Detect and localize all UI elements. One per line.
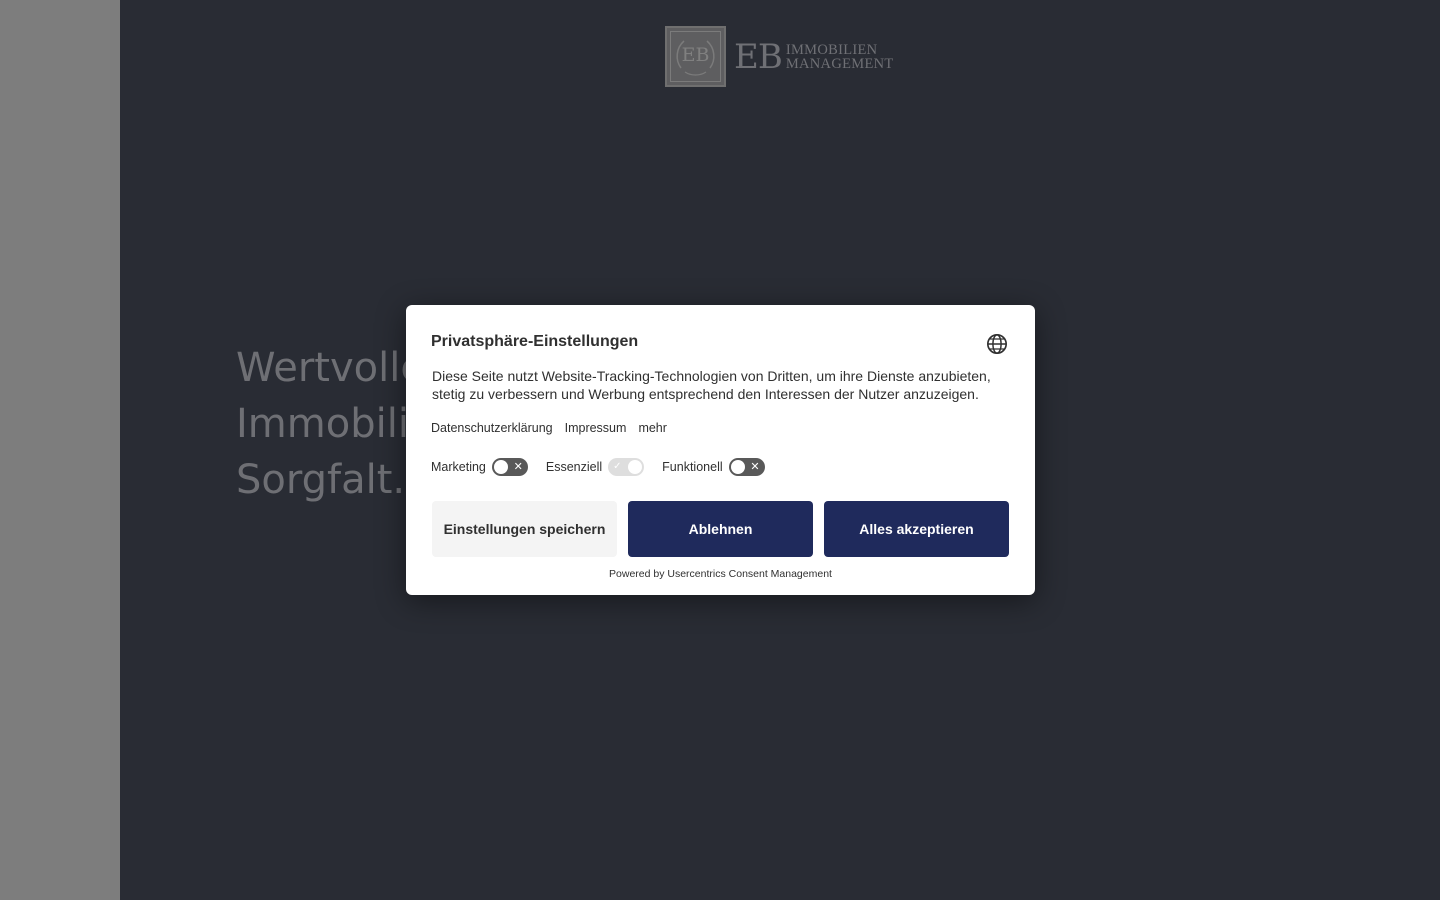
imprint-link[interactable]: Impressum [565,421,627,435]
deny-button[interactable]: Ablehnen [628,501,813,557]
consent-title: Privatsphäre-Einstellungen [431,333,639,350]
toggle-marketing-switch[interactable]: ✕ [491,458,528,476]
toggle-functional-switch[interactable]: ✕ [728,458,765,476]
more-link[interactable]: mehr [638,421,666,435]
privacy-policy-link[interactable]: Datenschutzerklärung [431,421,553,435]
hero-headline: Wertvolle Immobilien Sorgfalt. [236,340,406,508]
toggle-essential: Essenziell ✓ [545,458,645,476]
toggle-marketing-label: Marketing [431,460,486,474]
hero-line-1: Wertvolle [236,345,406,391]
wreath-icon: EB [676,40,715,76]
toggle-knob [493,460,508,474]
logo-eb: EB [734,36,783,77]
consent-toggles: Marketing ✕ Essenziell ✓ Funktionell ✕ [431,458,783,476]
sidebar [0,0,120,900]
save-settings-button[interactable]: Einstellungen speichern [432,501,617,557]
logo-wordmark: IMMOBILIEN MANAGEMENT [785,41,894,72]
globe-icon[interactable] [986,333,1008,355]
consent-dialog: Privatsphäre-Einstellungen Diese Seite n… [406,305,1035,595]
accept-all-button[interactable]: Alles akzeptieren [824,501,1009,557]
hero-line-3: Sorgfalt. [236,457,406,503]
hero-line-2: Immobilien [236,401,406,447]
check-icon: ✓ [613,461,622,472]
toggle-knob [628,460,643,474]
toggle-marketing: Marketing ✕ [431,458,528,476]
toggle-functional-label: Funktionell [662,460,723,474]
toggle-essential-switch: ✓ [608,458,645,476]
page: EB EB IMMOBILIEN MANAGEMENT Wertvolle Im… [0,0,1440,900]
logo-emblem: EB [665,26,726,87]
logo-monogram: EB [682,44,710,66]
powered-by-link[interactable]: Powered by Usercentrics Consent Manageme… [406,568,1035,580]
close-icon: ✕ [513,461,523,473]
logo-line-1: IMMOBILIEN [785,41,878,58]
brand-logo[interactable]: EB EB IMMOBILIEN MANAGEMENT [665,24,894,89]
consent-links: Datenschutzerklärung Impressum mehr [431,421,667,435]
consent-description: Diese Seite nutzt Website-Tracking-Techn… [432,368,991,402]
toggle-functional: Funktionell ✕ [662,458,765,476]
logo-line-2: MANAGEMENT [785,55,894,72]
toggle-essential-label: Essenziell [545,460,603,474]
close-icon: ✕ [750,461,760,473]
toggle-knob [730,460,745,474]
